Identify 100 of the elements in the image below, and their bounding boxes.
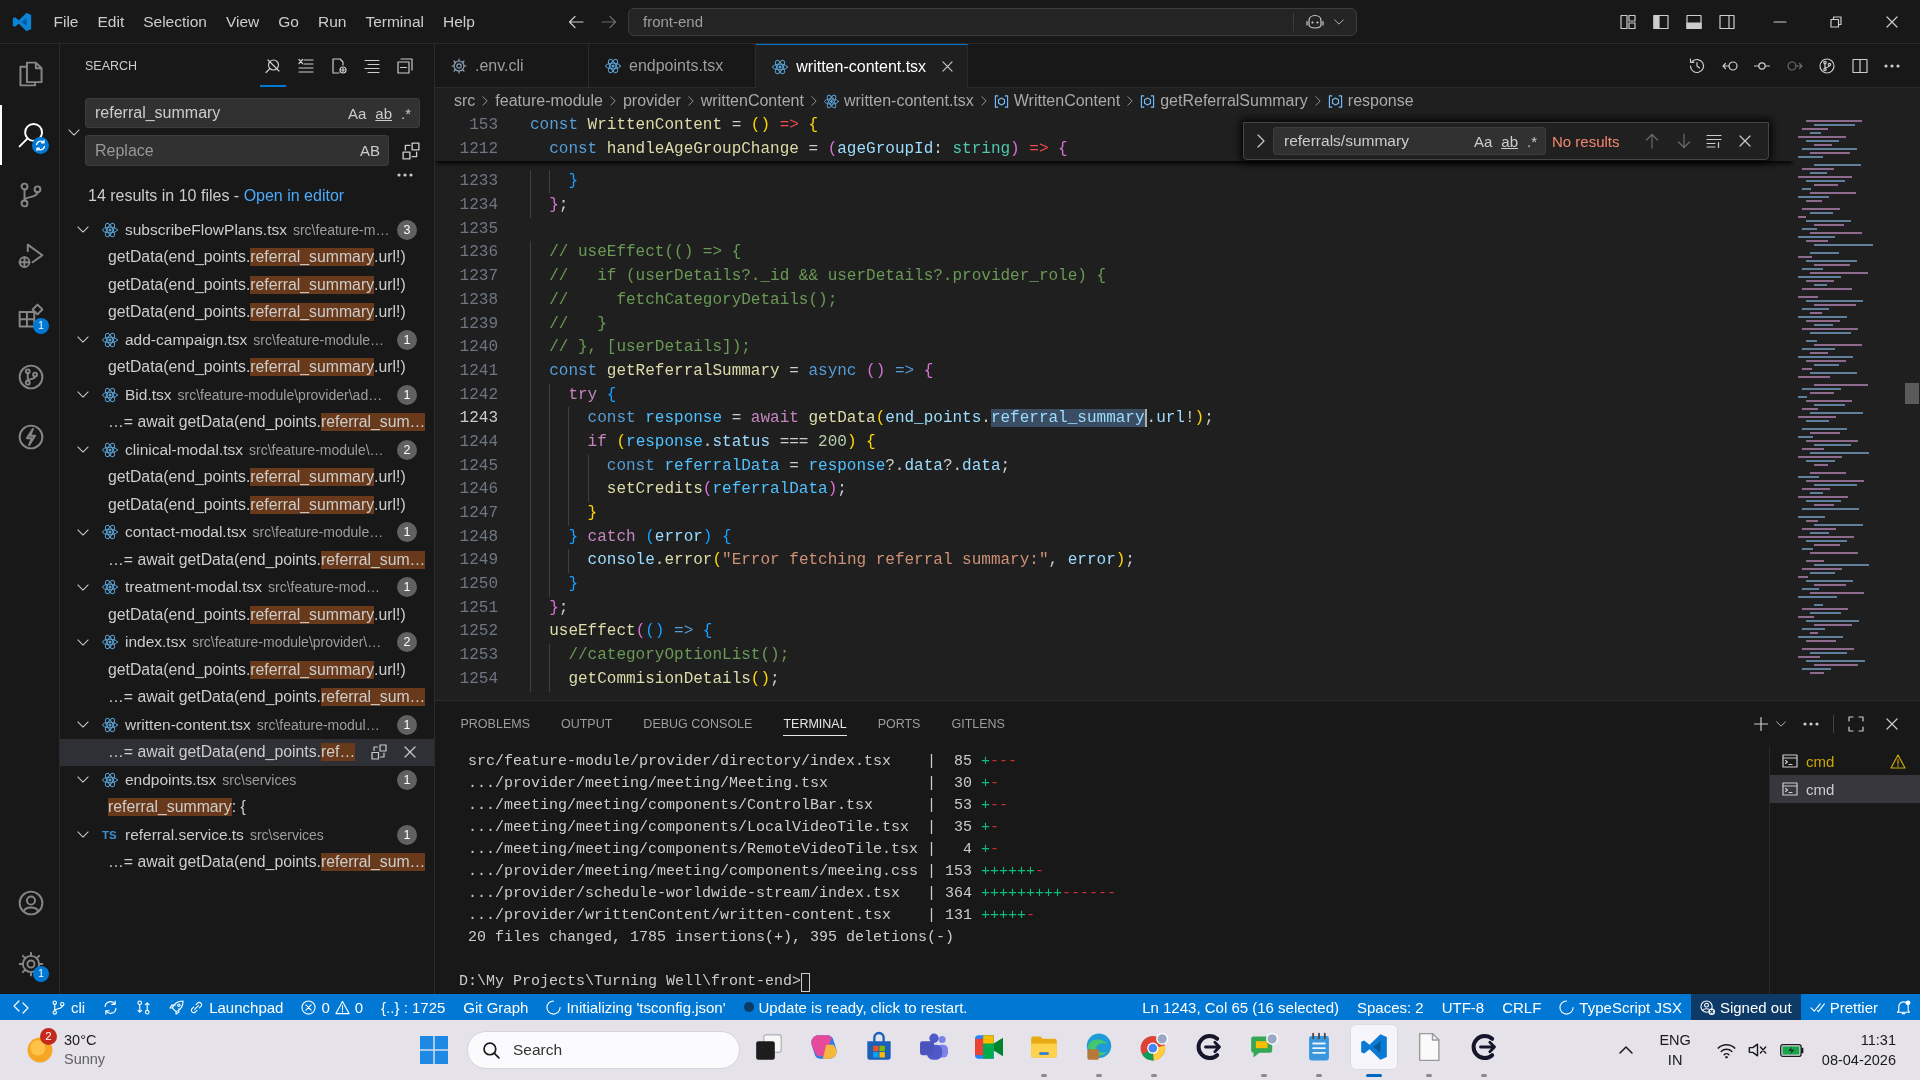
status-item[interactable]: TypeScript JSX xyxy=(1550,994,1691,1020)
chevron-down-icon[interactable] xyxy=(77,226,89,234)
next-match-icon[interactable] xyxy=(1677,133,1691,149)
breadcrumb-item[interactable]: written-content.tsx xyxy=(823,92,974,110)
restore-icon[interactable] xyxy=(1830,15,1842,28)
search-result[interactable]: …= await getData(end_points.referral_sum… xyxy=(60,848,434,876)
file-name[interactable]: subscribeFlowPlans.tsx xyxy=(125,220,287,239)
whole-word-toggle[interactable]: ab xyxy=(372,103,395,123)
status-item[interactable]: CRLF xyxy=(1493,994,1551,1020)
regex-toggle[interactable]: .* xyxy=(1524,131,1540,151)
match-case-toggle[interactable]: Aa xyxy=(1470,131,1496,151)
menu-item[interactable]: Terminal xyxy=(355,8,434,35)
panel-tab[interactable]: TERMINAL xyxy=(783,712,847,736)
more-icon[interactable] xyxy=(1803,722,1819,726)
launchpad-button[interactable]: Launchpad xyxy=(160,994,293,1020)
more-icon[interactable] xyxy=(397,173,413,177)
chevron-down-icon[interactable] xyxy=(77,721,89,729)
chevron-down-icon[interactable] xyxy=(77,446,89,454)
menu-item[interactable]: Run xyxy=(308,8,356,35)
bell-icon[interactable] xyxy=(1896,999,1911,1015)
status-item[interactable]: Initializing 'tsconfig.json' xyxy=(537,994,735,1020)
search-result[interactable]: getData(end_points.referral_summary.url!) xyxy=(60,298,434,326)
close-panel-icon[interactable] xyxy=(1886,718,1898,730)
file-name[interactable]: add-campaign.tsx xyxy=(125,330,248,349)
chevron-down-icon[interactable] xyxy=(77,831,89,839)
input-language[interactable]: ENG xyxy=(1659,1030,1691,1050)
chevron-down-icon[interactable] xyxy=(1776,721,1786,727)
open-in-editor-link[interactable]: Open in editor xyxy=(243,187,345,204)
back-icon[interactable] xyxy=(568,14,584,29)
split-editor-icon[interactable] xyxy=(1851,57,1868,74)
status-item[interactable]: UTF-8 xyxy=(1432,994,1494,1020)
breadcrumb-item[interactable]: getReferralSummary xyxy=(1140,92,1308,110)
activity-button[interactable]: 1 xyxy=(0,286,59,347)
replace-icon[interactable] xyxy=(371,744,387,761)
chevron-down-icon[interactable] xyxy=(77,336,89,344)
formatter-button[interactable]: Prettier xyxy=(1800,994,1887,1020)
status-item[interactable]: Ln 1243, Col 65 (16 selected) xyxy=(1133,994,1348,1020)
replace-field[interactable]: Replace AB xyxy=(85,135,389,166)
panel-tab[interactable]: OUTPUT xyxy=(560,712,613,736)
breadcrumb-item[interactable]: src xyxy=(454,92,476,110)
dismiss-icon[interactable] xyxy=(404,746,416,759)
update-notification[interactable]: Update is ready, click to restart. xyxy=(734,994,977,1020)
chevron-down-icon[interactable] xyxy=(1334,18,1344,25)
chevron-down-icon[interactable] xyxy=(77,528,89,536)
sticky-code-line[interactable]: const WrittenContent = () => { xyxy=(530,114,819,138)
sticky-code-line[interactable]: const handleAgeGroupChange = (ageGroupId: string) => { xyxy=(549,137,1068,162)
toggle-panel-icon[interactable] xyxy=(1686,13,1702,30)
find-in-selection-icon[interactable] xyxy=(1706,134,1722,148)
remote-icon[interactable] xyxy=(13,1000,29,1014)
wifi-icon[interactable] xyxy=(1716,1041,1736,1059)
weather-condition[interactable]: Sunny xyxy=(64,1050,106,1069)
match-case-toggle[interactable]: Aa xyxy=(344,103,370,123)
account-status-button[interactable]: Signed out xyxy=(1690,994,1801,1020)
search-result[interactable]: getData(end_points.referral_summary.url!) xyxy=(60,463,434,491)
file-name[interactable]: Bid.tsx xyxy=(125,385,172,404)
terminal-list-item[interactable]: cmd xyxy=(1770,747,1920,775)
chevron-down-icon[interactable] xyxy=(77,776,89,784)
search-result[interactable]: …= await getData(end_points.ref… xyxy=(60,738,434,766)
search-result[interactable]: getData(end_points.referral_summary.url!) xyxy=(60,243,434,271)
search-result[interactable]: getData(end_points.referral_summary.url!) xyxy=(60,353,434,381)
clock-date[interactable]: 08-04-2026 xyxy=(1821,1050,1896,1070)
toggle-replace-icon[interactable] xyxy=(67,128,80,136)
preserve-case-toggle[interactable]: AB xyxy=(357,141,383,160)
status-item[interactable]: Spaces: 2 xyxy=(1347,994,1433,1020)
search-result[interactable]: …= await getData(end_points.referral_sum… xyxy=(60,408,434,436)
search-field[interactable]: referral_summary Aa ab .* xyxy=(85,98,420,128)
search-result[interactable]: …= await getData(end_points.referral_sum… xyxy=(60,683,434,711)
chevron-up-icon[interactable] xyxy=(1619,1046,1634,1054)
search-result[interactable]: …= await getData(end_points.referral_sum… xyxy=(60,546,434,574)
muted-speaker-icon[interactable] xyxy=(1747,1043,1767,1057)
branch-button[interactable]: cli xyxy=(42,994,95,1020)
clock-time[interactable]: 11:31 xyxy=(1860,1030,1896,1050)
close-tab-icon[interactable] xyxy=(942,61,954,72)
terminal-list-item[interactable]: cmd xyxy=(1770,775,1920,803)
panel-tab[interactable]: GITLENS xyxy=(951,712,1005,736)
breadcrumb-item[interactable]: provider xyxy=(622,92,681,110)
forward-icon[interactable] xyxy=(601,14,617,29)
breadcrumb-item[interactable]: feature-module xyxy=(495,92,603,110)
whole-word-toggle[interactable]: ab xyxy=(1498,131,1521,151)
customize-layout-icon[interactable] xyxy=(1620,13,1636,30)
weather-temperature[interactable]: 30°C xyxy=(64,1031,106,1050)
file-name[interactable]: endpoints.tsx xyxy=(125,770,217,789)
commit-icon[interactable] xyxy=(1754,61,1770,70)
search-result[interactable]: referral_summary: { xyxy=(60,793,434,821)
compare-icon[interactable] xyxy=(136,999,152,1015)
find-field[interactable]: referrals/summary Aa ab .* xyxy=(1273,127,1546,155)
taskbar-search-field[interactable]: Search xyxy=(467,1031,740,1069)
new-terminal-icon[interactable] xyxy=(1754,717,1768,731)
close-icon[interactable] xyxy=(1886,15,1898,28)
start-icon[interactable] xyxy=(420,1036,448,1064)
regex-toggle[interactable]: .* xyxy=(398,103,414,123)
search-result[interactable]: getData(end_points.referral_summary.url!) xyxy=(60,491,434,519)
history-icon[interactable] xyxy=(1689,57,1705,74)
activity-button[interactable]: 1 xyxy=(0,933,59,994)
menu-item[interactable]: Go xyxy=(268,8,309,35)
battery-charging-icon[interactable] xyxy=(1779,1043,1804,1057)
panel-tab[interactable]: PROBLEMS xyxy=(460,712,530,736)
toggle-secondary-sidebar-icon[interactable] xyxy=(1719,13,1735,30)
previous-match-icon[interactable] xyxy=(1645,133,1659,149)
breadcrumb-item[interactable]: writtenContent xyxy=(700,92,804,110)
